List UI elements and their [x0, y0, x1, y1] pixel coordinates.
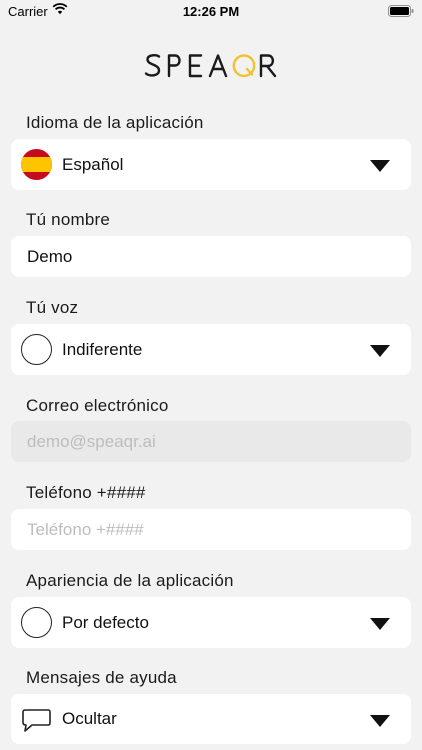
spain-flag-icon	[21, 149, 52, 180]
chevron-down-icon	[370, 344, 390, 357]
appearance-label: Apariencia de la aplicación	[26, 571, 234, 590]
help-messages-label: Mensajes de ayuda	[26, 668, 177, 687]
phone-placeholder: Teléfono +####	[27, 520, 144, 539]
status-bar: Carrier 12:26 PM	[0, 0, 422, 22]
email-placeholder: demo@speaqr.ai	[27, 432, 156, 451]
app-logo	[0, 50, 422, 82]
appearance-value: Por defecto	[62, 613, 149, 632]
speech-bubble-icon	[21, 704, 52, 735]
chevron-down-icon	[370, 617, 390, 630]
name-field[interactable]: Demo	[11, 236, 411, 277]
circle-icon	[21, 607, 52, 638]
speaqr-logo-icon	[144, 54, 277, 78]
appearance-select[interactable]: Por defecto	[11, 597, 411, 648]
language-label: Idioma de la aplicación	[26, 113, 204, 132]
voice-label: Tú voz	[26, 298, 79, 317]
language-select[interactable]: Español	[11, 139, 411, 190]
help-messages-value: Ocultar	[62, 709, 117, 728]
voice-value: Indiferente	[62, 340, 143, 359]
chevron-down-icon	[370, 159, 390, 172]
chevron-down-icon	[370, 714, 390, 727]
phone-field[interactable]: Teléfono +####	[11, 509, 411, 550]
phone-label: Teléfono +####	[26, 483, 146, 502]
name-label: Tú nombre	[26, 210, 111, 229]
help-messages-select[interactable]: Ocultar	[11, 694, 411, 744]
language-value: Español	[62, 155, 124, 174]
name-value: Demo	[27, 247, 73, 266]
email-label: Correo electrónico	[26, 396, 169, 415]
circle-icon	[21, 334, 52, 365]
voice-select[interactable]: Indiferente	[11, 324, 411, 375]
email-field[interactable]: demo@speaqr.ai	[11, 421, 411, 462]
battery-icon	[388, 5, 414, 20]
status-time: 12:26 PM	[182, 4, 240, 19]
